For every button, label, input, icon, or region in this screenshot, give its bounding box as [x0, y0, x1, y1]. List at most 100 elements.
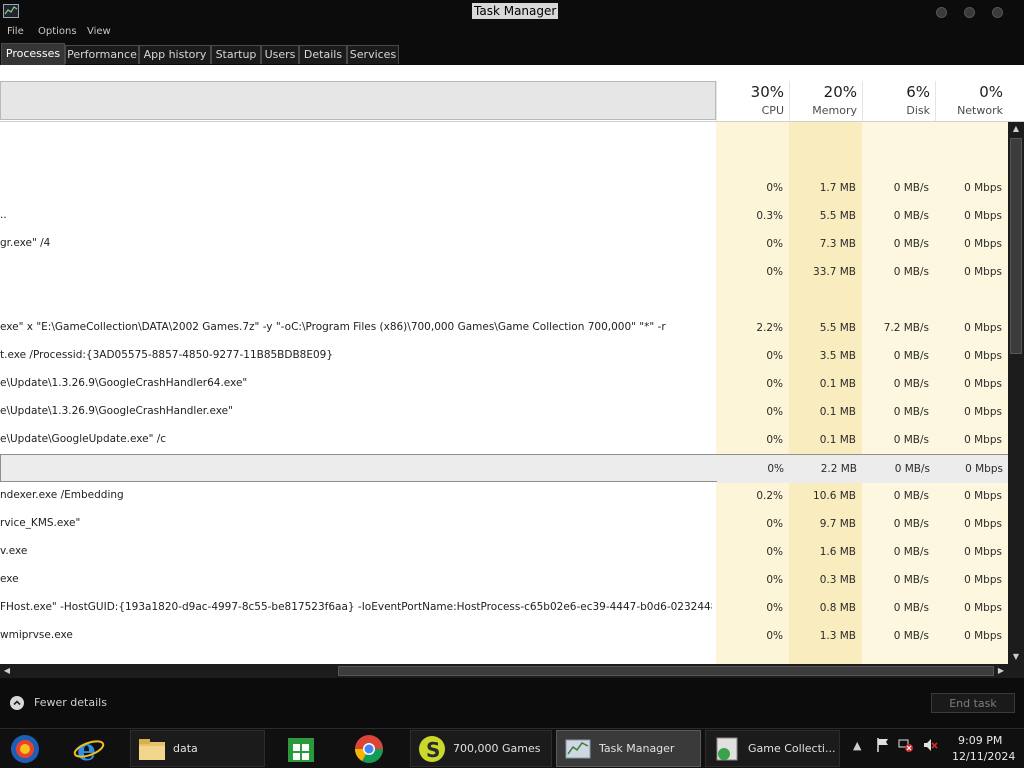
show-hidden-icons-chevron-icon[interactable]: ▲: [853, 739, 861, 752]
memory-cell: 7.3 MB: [819, 238, 856, 250]
disk-cell: 0 MB/s: [893, 602, 929, 614]
taskbar-label-700000-games: 700,000 Games: [453, 742, 541, 755]
cpu-cell: 0%: [766, 182, 783, 194]
tab-details[interactable]: Details: [299, 45, 347, 64]
process-row[interactable]: 0% 2.2 MB 0 MB/s 0 Mbps: [0, 454, 1008, 483]
network-disconnected-icon[interactable]: [898, 737, 914, 756]
scroll-left-arrow[interactable]: ◀: [0, 664, 14, 678]
games-app-icon: S: [417, 734, 447, 764]
tab-app-history[interactable]: App history: [139, 45, 211, 64]
process-row[interactable]: exe 0% 0.3 MB 0 MB/s 0 Mbps: [0, 566, 1008, 594]
process-command-line: ndexer.exe /Embedding: [0, 489, 124, 501]
tab-startup[interactable]: Startup: [211, 45, 261, 64]
memory-cell: 9.7 MB: [819, 518, 856, 530]
minimize-button[interactable]: [936, 7, 947, 18]
vertical-scrollbar[interactable]: ▲ ▼: [1008, 122, 1024, 664]
process-row[interactable]: .. 0.3% 5.5 MB 0 MB/s 0 Mbps: [0, 202, 1008, 230]
end-task-button[interactable]: End task: [931, 693, 1015, 713]
process-row[interactable]: v.exe 0% 1.6 MB 0 MB/s 0 Mbps: [0, 538, 1008, 566]
memory-cell: 1.3 MB: [819, 630, 856, 642]
memory-cell: 0.8 MB: [819, 602, 856, 614]
scroll-right-arrow[interactable]: ▶: [994, 664, 1008, 678]
process-row[interactable]: [0, 286, 1008, 314]
menu-file[interactable]: File: [7, 25, 24, 39]
memory-cell: 2.2 MB: [790, 455, 863, 483]
network-cell: 0 Mbps: [964, 182, 1002, 194]
scroll-up-arrow[interactable]: ▲: [1008, 122, 1024, 136]
memory-cell: 5.5 MB: [819, 210, 856, 222]
process-row[interactable]: gr.exe" /4 0% 7.3 MB 0 MB/s 0 Mbps: [0, 230, 1008, 258]
close-button[interactable]: [992, 7, 1003, 18]
memory-cell: 10.6 MB: [813, 490, 856, 502]
svg-text:S: S: [426, 738, 440, 762]
process-row[interactable]: 0% 1.7 MB 0 MB/s 0 Mbps: [0, 174, 1008, 202]
network-cell: 0 Mbps: [964, 546, 1002, 558]
memory-cell: 5.5 MB: [819, 322, 856, 334]
volume-muted-icon[interactable]: [922, 737, 938, 756]
taskbar-button-700000-games[interactable]: S 700,000 Games: [410, 730, 552, 767]
network-cell: [935, 286, 1008, 314]
process-row[interactable]: ndexer.exe /Embedding 0.2% 10.6 MB 0 MB/s 0 …: [0, 482, 1008, 510]
tab-processes[interactable]: Processes: [1, 43, 65, 65]
store-icon[interactable]: [284, 733, 318, 765]
process-row[interactable]: t.exe /Processid:{3AD05575-8857-4850-927…: [0, 342, 1008, 370]
menu-view[interactable]: View: [87, 25, 111, 39]
cpu-column-header[interactable]: 30% CPU: [716, 81, 790, 121]
cpu-cell: [716, 146, 789, 174]
process-row[interactable]: 0% 33.7 MB 0 MB/s 0 Mbps: [0, 258, 1008, 286]
chrome-icon[interactable]: [352, 733, 386, 765]
process-row[interactable]: e\Update\GoogleUpdate.exe" /c 0% 0.1 MB 0 M…: [0, 426, 1008, 454]
network-cell: 0 Mbps: [964, 574, 1002, 586]
maximize-button[interactable]: [964, 7, 975, 18]
process-row[interactable]: rvice_KMS.exe" 0% 9.7 MB 0 MB/s 0 Mbps: [0, 510, 1008, 538]
cpu-cell: 0%: [717, 455, 790, 483]
tab-users[interactable]: Users: [261, 45, 299, 64]
memory-column-header[interactable]: 20% Memory: [789, 81, 863, 121]
disk-cell: 0 MB/s: [893, 630, 929, 642]
horizontal-scroll-thumb[interactable]: [338, 666, 994, 676]
cpu-cell: 0%: [766, 518, 783, 530]
memory-cell: 0.3 MB: [819, 574, 856, 586]
process-row[interactable]: FHost.exe" -HostGUID:{193a1820-d9ac-4997…: [0, 594, 1008, 622]
clock-date[interactable]: 12/11/2024: [952, 750, 1015, 763]
vertical-scroll-thumb[interactable]: [1010, 138, 1022, 354]
menu-options[interactable]: Options: [38, 25, 77, 39]
clock-time[interactable]: 9:09 PM: [958, 734, 1002, 747]
disk-cell: 0 MB/s: [893, 182, 929, 194]
cpu-cell: 0%: [766, 602, 783, 614]
start-orb-icon[interactable]: [8, 733, 42, 765]
disk-cell: 7.2 MB/s: [883, 322, 929, 334]
network-column-header[interactable]: 0% Network: [935, 81, 1009, 121]
taskbar-button-game-collection[interactable]: Game Collecti...: [705, 730, 840, 767]
cpu-cell: 2.2%: [756, 322, 783, 334]
tab-services[interactable]: Services: [347, 45, 399, 64]
memory-cell: 0.1 MB: [819, 434, 856, 446]
cpu-cell: 0%: [766, 378, 783, 390]
fewer-details-link[interactable]: Fewer details: [34, 696, 107, 710]
title-bar[interactable]: Task Manager: [0, 0, 1024, 23]
process-row[interactable]: wmiprvse.exe 0% 1.3 MB 0 MB/s 0 Mbps: [0, 622, 1008, 650]
name-column-header[interactable]: [0, 81, 716, 120]
action-center-flag-icon[interactable]: [876, 737, 890, 756]
taskbar-button-data[interactable]: data: [130, 730, 265, 767]
tab-performance[interactable]: Performance: [65, 45, 139, 64]
scroll-down-arrow[interactable]: ▼: [1008, 650, 1024, 664]
process-row[interactable]: e\Update\1.3.26.9\GoogleCrashHandler.exe…: [0, 398, 1008, 426]
taskbar-label-data: data: [173, 742, 198, 755]
chevron-up-icon[interactable]: [10, 696, 24, 710]
horizontal-scrollbar[interactable]: ◀ ▶: [0, 664, 1008, 678]
process-row[interactable]: [0, 146, 1008, 174]
network-cell: 0 Mbps: [964, 406, 1002, 418]
memory-cell: 3.5 MB: [819, 350, 856, 362]
process-row[interactable]: exe" x "E:\GameCollection\DATA\2002 Game…: [0, 314, 1008, 342]
folder-icon: [137, 734, 167, 764]
network-cell: 0 Mbps: [964, 238, 1002, 250]
disk-cell: [862, 286, 935, 314]
disk-cell: 0 MB/s: [893, 378, 929, 390]
network-cell: 0 Mbps: [964, 350, 1002, 362]
internet-explorer-icon[interactable]: e: [72, 733, 106, 768]
disk-column-header[interactable]: 6% Disk: [862, 81, 936, 121]
process-row[interactable]: e\Update\1.3.26.9\GoogleCrashHandler64.e…: [0, 370, 1008, 398]
process-command-line: rvice_KMS.exe": [0, 517, 81, 529]
taskbar-button-task-manager[interactable]: Task Manager: [556, 730, 701, 767]
